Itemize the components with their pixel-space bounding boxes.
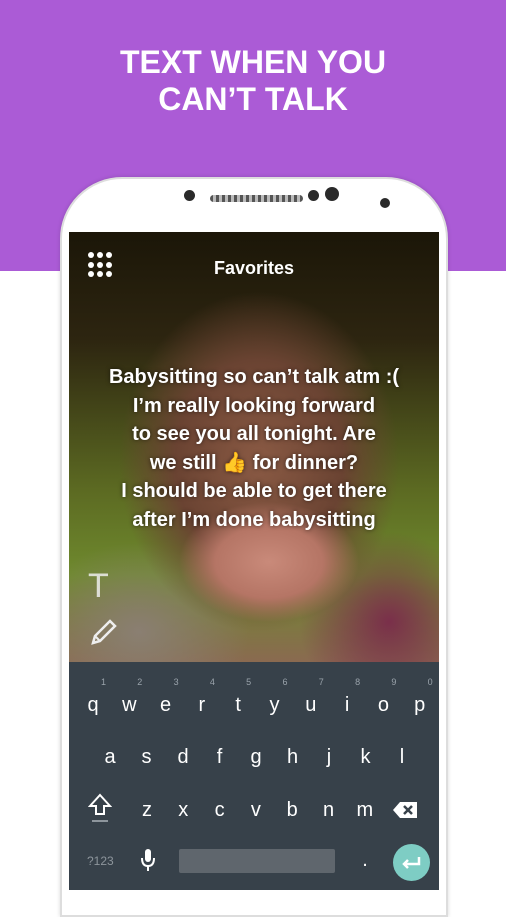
key-n[interactable]: n bbox=[314, 790, 344, 830]
headline: TEXT WHEN YOU CAN’T TALK bbox=[0, 44, 506, 118]
key-e[interactable]: e3 bbox=[151, 677, 181, 725]
key-label: p bbox=[414, 694, 426, 716]
key-label: x bbox=[178, 799, 189, 821]
space-bar[interactable] bbox=[179, 849, 335, 873]
key-label: d bbox=[177, 746, 189, 768]
headline-line-1: TEXT WHEN YOU bbox=[119, 44, 387, 80]
key-x[interactable]: x bbox=[168, 790, 198, 830]
key-label: u bbox=[305, 694, 317, 716]
headline-line-2: CAN’T TALK bbox=[158, 81, 348, 117]
symbols-key[interactable]: ?123 bbox=[87, 854, 114, 868]
enter-icon bbox=[402, 857, 421, 869]
key-z[interactable]: z bbox=[132, 790, 162, 830]
key-label: w bbox=[122, 694, 137, 716]
key-hint: 0 bbox=[427, 677, 433, 687]
key-o[interactable]: o9 bbox=[368, 677, 398, 725]
key-p[interactable]: p0 bbox=[405, 677, 435, 725]
enter-button[interactable] bbox=[393, 844, 430, 881]
key-l[interactable]: l bbox=[387, 737, 417, 777]
sensor bbox=[325, 187, 339, 201]
app-screen: Favorites Babysitting so can’t talk atm … bbox=[69, 232, 439, 890]
text-style-icon[interactable]: T bbox=[88, 567, 109, 606]
backspace-key[interactable] bbox=[390, 790, 420, 830]
shift-key[interactable] bbox=[85, 790, 115, 830]
pencil-icon[interactable] bbox=[89, 617, 119, 652]
key-q[interactable]: q1 bbox=[78, 677, 108, 725]
key-hint: 6 bbox=[282, 677, 288, 687]
key-hint: 7 bbox=[318, 677, 324, 687]
key-label: i bbox=[344, 694, 350, 716]
key-i[interactable]: i8 bbox=[332, 677, 362, 725]
period-key[interactable]: . bbox=[350, 840, 380, 880]
message-line: we still 👍 for dinner? bbox=[149, 451, 359, 474]
keyboard: q1w2e3r4t5y6u7i8o9p0 asdfghjkl zxcvbnm ?… bbox=[69, 662, 439, 890]
key-label: h bbox=[286, 746, 299, 768]
key-d[interactable]: d bbox=[168, 737, 198, 777]
key-label: z bbox=[142, 799, 152, 821]
speaker-grille bbox=[210, 195, 303, 202]
key-label: y bbox=[269, 694, 280, 716]
key-label: g bbox=[250, 746, 262, 768]
key-u[interactable]: u7 bbox=[296, 677, 326, 725]
key-label: c bbox=[214, 799, 225, 821]
key-a[interactable]: a bbox=[95, 737, 125, 777]
message-line: to see you all tonight. Are bbox=[132, 423, 376, 445]
sensor bbox=[308, 190, 319, 201]
key-label: s bbox=[141, 746, 152, 768]
key-label: r bbox=[198, 694, 206, 716]
message-line: Babysitting so can’t talk atm :( bbox=[108, 366, 400, 388]
key-label: b bbox=[286, 799, 298, 821]
key-f[interactable]: f bbox=[205, 737, 235, 777]
key-g[interactable]: g bbox=[241, 737, 271, 777]
key-label: a bbox=[104, 746, 116, 768]
key-hint: 8 bbox=[355, 677, 361, 687]
key-t[interactable]: t5 bbox=[223, 677, 253, 725]
key-label: o bbox=[377, 694, 389, 716]
key-w[interactable]: w2 bbox=[114, 677, 144, 725]
key-hint: 9 bbox=[391, 677, 397, 687]
key-label: v bbox=[250, 799, 261, 821]
key-m[interactable]: m bbox=[350, 790, 380, 830]
key-label: t bbox=[235, 694, 241, 716]
key-y[interactable]: y6 bbox=[260, 677, 290, 725]
key-label: l bbox=[399, 746, 405, 768]
key-h[interactable]: h bbox=[278, 737, 308, 777]
screen-title: Favorites bbox=[213, 258, 295, 278]
key-c[interactable]: c bbox=[205, 790, 235, 830]
key-hint: 4 bbox=[209, 677, 215, 687]
key-k[interactable]: k bbox=[351, 737, 381, 777]
key-j[interactable]: j bbox=[314, 737, 344, 777]
sensor bbox=[380, 198, 390, 208]
front-camera bbox=[184, 190, 195, 201]
message-line: after I’m done babysitting bbox=[132, 508, 376, 531]
key-hint: 3 bbox=[173, 677, 179, 687]
message-line: I’m really looking forward bbox=[132, 394, 376, 417]
key-label: m bbox=[356, 799, 374, 821]
key-label: e bbox=[160, 694, 172, 716]
key-v[interactable]: v bbox=[241, 790, 271, 830]
key-label: n bbox=[322, 799, 335, 821]
message-text[interactable]: Babysitting so can’t talk atm :( I’m real… bbox=[69, 363, 439, 534]
key-label: k bbox=[360, 746, 371, 768]
key-hint: 1 bbox=[100, 677, 106, 687]
microphone-icon[interactable] bbox=[133, 840, 163, 880]
key-b[interactable]: b bbox=[277, 790, 307, 830]
key-hint: 2 bbox=[137, 677, 143, 687]
key-hint: 5 bbox=[246, 677, 252, 687]
key-label: q bbox=[87, 694, 99, 716]
message-line: I should be able to get there bbox=[121, 480, 387, 502]
key-label: j bbox=[326, 746, 332, 768]
key-s[interactable]: s bbox=[132, 737, 162, 777]
key-label: f bbox=[216, 746, 223, 768]
key-r[interactable]: r4 bbox=[187, 677, 217, 725]
